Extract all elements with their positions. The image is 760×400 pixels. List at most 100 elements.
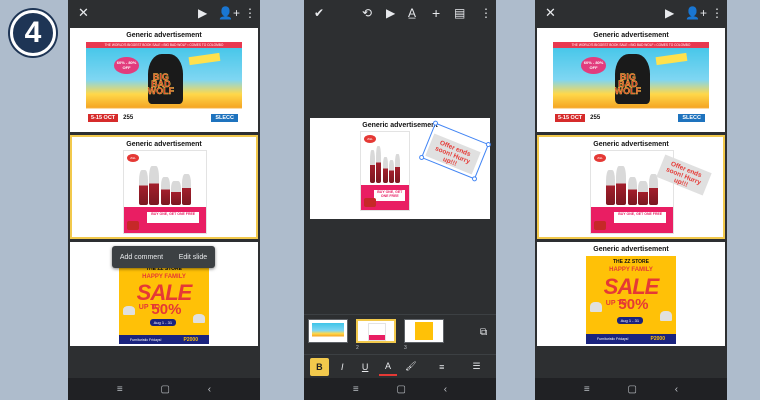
close-icon[interactable]: ✕ <box>545 5 556 21</box>
undo-redo-icon[interactable]: ⟲ <box>362 6 372 20</box>
sale-footer-text: Furnituristic Fridays! <box>130 337 162 342</box>
text-format-icon[interactable]: A̲ <box>408 6 416 20</box>
back-icon[interactable]: ‹ <box>675 384 678 395</box>
gift-image <box>594 221 606 230</box>
family-member <box>388 160 395 184</box>
ad-venue: SLECC <box>678 113 705 122</box>
slide-1[interactable]: Generic advertisement THE WORLD'S BIGGES… <box>537 28 725 132</box>
sale-percent: 50% <box>151 300 182 318</box>
present-icon[interactable]: ▶ <box>386 6 395 20</box>
list-button[interactable]: ☰ <box>467 358 486 376</box>
step-badge: 4 <box>10 10 56 56</box>
slide-2[interactable]: Generic advertisement Z&L BUY ONE, GET O… <box>70 135 258 239</box>
chair-image <box>589 301 603 313</box>
selection-box[interactable] <box>418 119 492 183</box>
ad-date: 5-15 OCT <box>88 113 119 122</box>
sale-footer: Furnituristic Fridays! P2000 <box>119 335 209 344</box>
family-member <box>149 165 159 206</box>
recents-icon[interactable]: ≡ <box>353 384 359 395</box>
phone-screen-editor: ✔ ⟲ ▶ A̲ + ▤ ⋮ Generic advertisement Z&L… <box>304 0 496 400</box>
bold-button[interactable]: B <box>310 357 329 376</box>
home-icon[interactable]: ▢ <box>161 384 170 395</box>
home-icon[interactable]: ▢ <box>628 384 637 395</box>
slide-title: Generic advertisement <box>593 32 669 39</box>
more-vert-icon[interactable]: ⋮ <box>480 6 492 20</box>
ad-sign <box>188 53 221 66</box>
recents-icon[interactable]: ≡ <box>584 384 590 395</box>
family-member <box>638 180 648 206</box>
brand-logo: Z&L <box>127 154 139 162</box>
family-member <box>648 173 659 206</box>
close-icon[interactable]: ✕ <box>78 5 89 21</box>
phone-screen-left: ✕ ▶ 👤+ ⋮ Generic advertisement THE WORLD… <box>68 0 260 400</box>
selection-handle[interactable] <box>418 154 425 161</box>
sale-subtitle: HAPPY FAMILY <box>142 273 186 280</box>
sale-date: Aug 1 - 31 <box>149 319 177 327</box>
discount-badge: 60% - 80% OFF <box>114 57 140 74</box>
format-toolbar: B I U A 🖌 ≡ ☰ <box>304 354 496 378</box>
thumbnail-number: 2 <box>356 345 359 351</box>
ad-venue: SLECC <box>211 113 238 122</box>
slide-thumbnail-3[interactable] <box>404 319 444 343</box>
slide-2[interactable]: Generic advertisement Z&L BUY ONE, GET O… <box>537 135 725 239</box>
ad-title: BIG BAD WOLF <box>614 71 642 96</box>
back-icon[interactable]: ‹ <box>444 384 447 395</box>
slide-canvas[interactable]: Generic advertisement Z&L BUY ONE, GET O… <box>310 118 492 219</box>
add-comment-menu-item[interactable]: Add comment <box>120 254 163 261</box>
recents-icon[interactable]: ≡ <box>117 384 123 395</box>
edit-slide-menu-item[interactable]: Edit slide <box>179 254 207 261</box>
family-member <box>375 146 382 184</box>
ad-footer: 5-15 OCT 255 SLECC <box>553 109 709 126</box>
thumbnail-number: 3 <box>404 345 407 351</box>
family-sale-ad: THE ZZ STORE HAPPY FAMILY SALE UP TO 50%… <box>119 264 209 344</box>
family-pajama-ad: Z&L BUY ONE, GET ONE FREE <box>360 131 410 211</box>
ad-date: 5-15 OCT <box>555 113 586 122</box>
insert-icon[interactable]: + <box>432 5 440 21</box>
check-icon[interactable]: ✔ <box>314 6 324 20</box>
new-slide-icon[interactable]: ⧉ <box>480 327 487 338</box>
back-icon[interactable]: ‹ <box>208 384 211 395</box>
android-nav-bar: ≡ ▢ ‹ <box>304 378 496 400</box>
android-nav-bar: ≡ ▢ ‹ <box>535 378 727 400</box>
text-color-button[interactable]: A <box>378 358 398 376</box>
slide-title: Generic advertisement <box>593 246 669 253</box>
sale-percent: 50% <box>618 296 649 314</box>
comment-icon[interactable]: ▤ <box>454 6 465 20</box>
chair-image <box>122 305 136 316</box>
slide-1[interactable]: Generic advertisement THE WORLD'S BIGGES… <box>70 28 258 132</box>
family-photo <box>605 165 659 206</box>
selection-handle[interactable] <box>471 175 478 183</box>
home-icon[interactable]: ▢ <box>397 384 406 395</box>
ad-hours: 255 <box>123 114 134 121</box>
context-menu: Add comment Edit slide <box>112 246 215 268</box>
more-vert-icon[interactable]: ⋮ <box>711 6 723 20</box>
family-member <box>382 156 389 184</box>
add-person-icon[interactable]: 👤+ <box>685 6 707 20</box>
family-sale-ad: THE ZZ STORE HAPPY FAMILY SALE UP TO 50%… <box>586 256 676 344</box>
italic-button[interactable]: I <box>333 358 352 376</box>
chair-image <box>659 310 673 322</box>
family-member <box>160 176 171 206</box>
slide-thumbnail-2[interactable] <box>356 319 396 343</box>
thumb-image <box>415 322 433 340</box>
top-toolbar: ✕ ▶ 👤+ ⋮ <box>535 0 727 26</box>
highlight-button[interactable]: 🖌 <box>401 358 420 376</box>
slide-title: Generic advertisement <box>593 141 669 148</box>
slide-filmstrip: 2 3 ⧉ <box>304 314 496 354</box>
underline-button[interactable]: U <box>356 358 375 376</box>
more-vert-icon[interactable]: ⋮ <box>244 6 256 20</box>
slide-title: Generic advertisement <box>362 122 438 129</box>
chair-image <box>192 313 206 324</box>
add-person-icon[interactable]: 👤+ <box>218 6 240 20</box>
phone-screen-right: ✕ ▶ 👤+ ⋮ Generic advertisement THE WORLD… <box>535 0 727 400</box>
thumb-image <box>312 323 344 340</box>
slide-3[interactable]: Generic advertisement THE ZZ STORE HAPPY… <box>537 242 725 346</box>
selection-handle[interactable] <box>432 119 439 127</box>
present-icon[interactable]: ▶ <box>665 6 674 20</box>
slide-thumbnail-1[interactable] <box>308 319 348 343</box>
present-icon[interactable]: ▶ <box>198 6 207 20</box>
ad-sign <box>655 53 688 66</box>
align-button[interactable]: ≡ <box>432 358 451 376</box>
selection-handle[interactable] <box>485 141 492 148</box>
sale-footer-price: P2000 <box>650 336 665 343</box>
